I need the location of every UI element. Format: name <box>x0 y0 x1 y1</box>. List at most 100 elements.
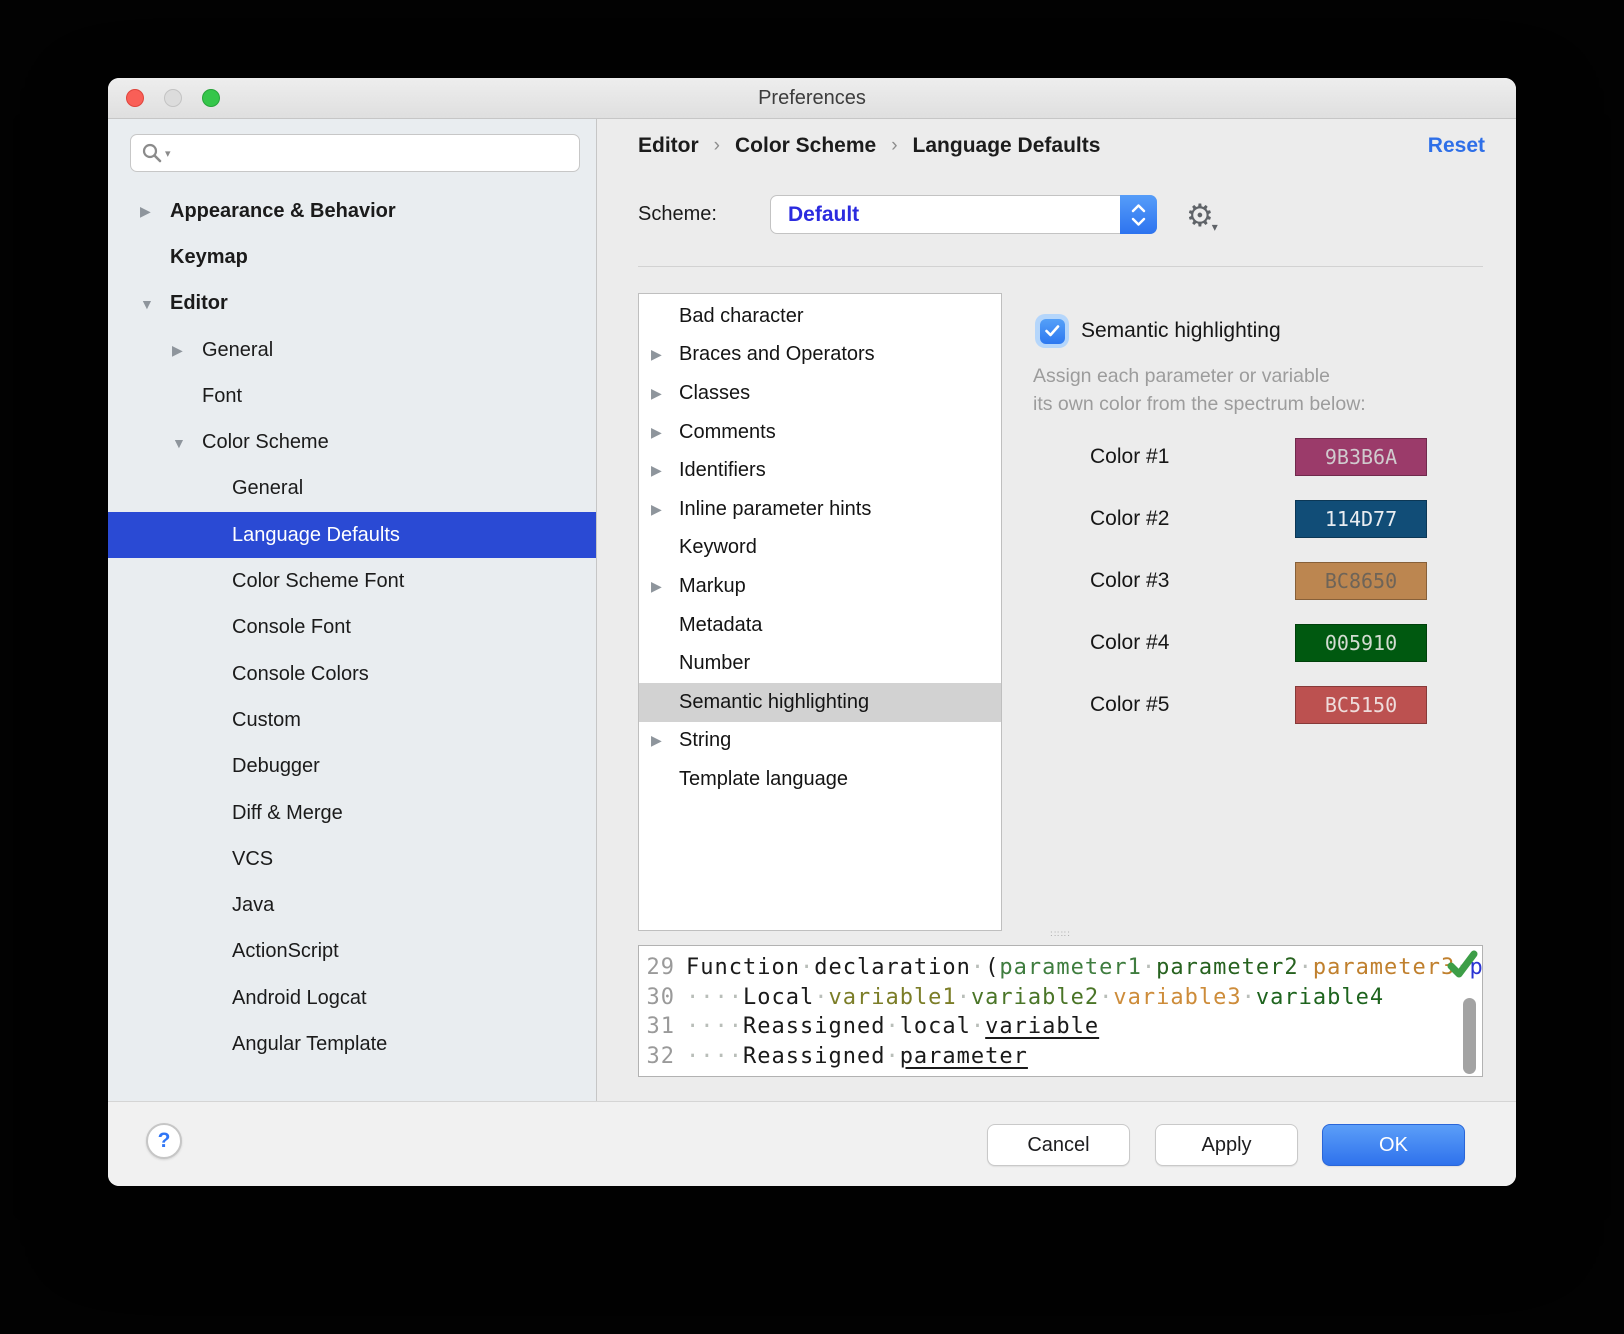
semantic-highlighting-checkbox[interactable] <box>1035 314 1069 348</box>
chevron-collapsed-icon[interactable]: ▶ <box>140 203 151 220</box>
scheme-label: Scheme: <box>638 195 717 234</box>
sidebar-item[interactable]: Android Logcat <box>108 975 596 1021</box>
breadcrumb-editor[interactable]: Editor <box>638 134 699 158</box>
color-row: Color #3BC8650 <box>597 550 1516 612</box>
scheme-dropdown[interactable]: Default <box>770 195 1157 234</box>
settings-tree: ▶ Appearance & Behavior Keymap ▼ Editor ▶ Gene… <box>108 188 596 1068</box>
color-row: Color #5 BC5150 <box>597 674 1516 736</box>
attribute-item-label: Template language <box>679 768 848 791</box>
color-swatch[interactable]: 114D77 <box>1295 500 1427 538</box>
color-swatch[interactable]: BC5150 <box>1295 686 1427 724</box>
attribute-item[interactable]: Bad character <box>639 297 1001 336</box>
sidebar-item[interactable]: ▼ Color Scheme <box>108 419 596 465</box>
gear-caret-icon: ▾ <box>1212 220 1218 234</box>
sidebar-item-label: Android Logcat <box>232 987 367 1010</box>
sidebar-item[interactable]: ▼ Editor <box>108 281 596 327</box>
code-token: variable1 <box>828 983 956 1013</box>
color-swatch[interactable]: 005910 <box>1295 624 1427 662</box>
ok-button[interactable]: OK <box>1322 1124 1465 1166</box>
code-line: 32····Reassigned·parameter <box>639 1042 1482 1072</box>
code-token: Reassigned <box>743 1012 885 1042</box>
preview-scrollbar[interactable] <box>1463 998 1476 1074</box>
sidebar-item[interactable]: Java <box>108 882 596 928</box>
sidebar-item-label: Color Scheme <box>202 431 329 454</box>
sidebar-item[interactable]: VCS <box>108 836 596 882</box>
sidebar-item-label: General <box>202 339 273 362</box>
zoom-button[interactable] <box>202 89 220 107</box>
code-token: · <box>885 1042 899 1072</box>
breadcrumb: Editor › Color Scheme › Language Default… <box>638 134 1100 158</box>
sidebar-item-label: Diff & Merge <box>232 802 343 825</box>
sidebar-item-label: VCS <box>232 848 273 871</box>
code-token: · <box>1242 983 1256 1013</box>
chevron-collapsed-icon[interactable]: ▶ <box>651 385 662 402</box>
sidebar-item[interactable]: Color Scheme Font <box>108 558 596 604</box>
scheme-actions-button[interactable]: ⚙ ▾ <box>1186 195 1218 234</box>
sidebar-item-label: Font <box>202 385 242 408</box>
sidebar-item[interactable]: Custom <box>108 697 596 743</box>
checkbox-checkmark-icon <box>1040 319 1065 344</box>
chevron-collapsed-icon[interactable]: ▶ <box>651 346 662 363</box>
color-row: Color #2 114D77 <box>597 488 1516 550</box>
code-token: · <box>885 1012 899 1042</box>
code-token: · <box>957 983 971 1013</box>
close-button[interactable] <box>126 89 144 107</box>
code-token: ···· <box>686 983 743 1013</box>
sidebar-item-label: General <box>232 477 303 500</box>
code-token: parameter <box>900 1042 1028 1072</box>
apply-button[interactable]: Apply <box>1155 1124 1298 1166</box>
code-token: variable <box>985 1012 1099 1042</box>
code-token: Local <box>743 983 814 1013</box>
code-token: variable2 <box>971 983 1099 1013</box>
search-icon <box>141 142 163 164</box>
sidebar-item[interactable]: Console Font <box>108 605 596 651</box>
sidebar-item-label: Console Font <box>232 616 351 639</box>
attribute-item-label: Braces and Operators <box>679 343 875 366</box>
sidebar-item[interactable]: Keymap <box>108 234 596 280</box>
chevron-expanded-icon[interactable]: ▼ <box>140 296 154 312</box>
reset-link[interactable]: Reset <box>1428 134 1485 158</box>
help-button[interactable]: ? <box>146 1123 182 1159</box>
dialog-footer: ? Cancel Apply OK <box>108 1101 1516 1186</box>
sidebar-item-label: Editor <box>170 292 228 315</box>
code-token: declaration <box>814 953 971 983</box>
color-row-label: Color #2 <box>1090 507 1169 531</box>
dropdown-chevrons-icon <box>1120 195 1157 234</box>
header-divider <box>638 266 1483 267</box>
sidebar-item-label: Color Scheme Font <box>232 570 404 593</box>
breadcrumb-color-scheme[interactable]: Color Scheme <box>735 134 876 158</box>
line-number: 31 <box>639 1012 675 1042</box>
attribute-item[interactable]: Template language <box>639 760 1001 799</box>
sidebar-item[interactable]: Angular Template <box>108 1021 596 1067</box>
sidebar-item-label: Appearance & Behavior <box>170 200 396 223</box>
sidebar-item[interactable]: General <box>108 466 596 512</box>
minimize-button[interactable] <box>164 89 182 107</box>
sidebar-item[interactable]: ▶ General <box>108 327 596 373</box>
attribute-item[interactable]: ▶ Braces and Operators <box>639 336 1001 375</box>
sidebar-item[interactable]: Console Colors <box>108 651 596 697</box>
scheme-selected-value: Default <box>788 196 859 233</box>
color-swatch[interactable]: 9B3B6A <box>1295 438 1427 476</box>
color-row: Color #4 005910 <box>597 612 1516 674</box>
sidebar-item[interactable]: Language Defaults <box>108 512 596 558</box>
splitter-handle[interactable]: ∷∷∷ <box>638 929 1483 939</box>
sidebar-item[interactable]: Diff & Merge <box>108 790 596 836</box>
color-row-label: Color #4 <box>1090 631 1169 655</box>
sidebar-item[interactable]: ▶ Appearance & Behavior <box>108 188 596 234</box>
semantic-highlighting-description: Assign each parameter or variable its ow… <box>1033 362 1366 418</box>
line-number: 29 <box>639 953 675 983</box>
code-token: · <box>971 1012 985 1042</box>
code-token: ···· <box>686 1012 743 1042</box>
color-row-label: Color #5 <box>1090 693 1169 717</box>
attribute-item[interactable]: ▶Classes <box>639 374 1001 413</box>
sidebar-item[interactable]: ActionScript <box>108 929 596 975</box>
code-line: 31····Reassigned·local·variable <box>639 1012 1482 1042</box>
color-swatch[interactable]: BC8650 <box>1295 562 1427 600</box>
chevron-collapsed-icon[interactable]: ▶ <box>172 342 183 359</box>
search-field[interactable]: ▾ <box>130 134 580 172</box>
sidebar-item[interactable]: Debugger <box>108 744 596 790</box>
code-preview[interactable]: 29Function·declaration·(parameter1·param… <box>638 945 1483 1077</box>
cancel-button[interactable]: Cancel <box>987 1124 1130 1166</box>
chevron-expanded-icon[interactable]: ▼ <box>172 435 186 451</box>
sidebar-item[interactable]: Font <box>108 373 596 419</box>
